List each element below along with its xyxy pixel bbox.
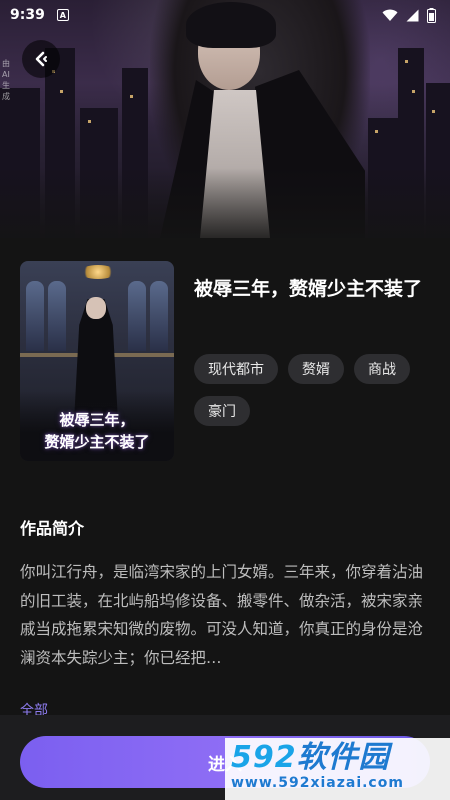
tag-wealthy-family[interactable]: 豪门	[194, 396, 250, 426]
cover-window	[128, 281, 146, 351]
back-button[interactable]	[22, 40, 60, 78]
status-bar: 9:39 A	[0, 0, 450, 30]
status-indicator: A	[56, 9, 69, 21]
status-time: 9:39	[10, 7, 45, 23]
watermark-logo: 592软件园	[231, 741, 444, 775]
cover-face	[86, 297, 106, 319]
site-watermark: 592软件园 www.592xiazai.com	[225, 738, 450, 800]
cover-chandelier	[80, 265, 116, 279]
tag-list: 现代都市 赘婿 商战 豪门	[194, 354, 434, 426]
book-cover[interactable]: 被辱三年， 赘婿少主不装了	[20, 261, 174, 461]
cover-title-line2: 赘婿少主不装了	[44, 433, 150, 451]
status-icons	[382, 7, 436, 23]
wifi-icon	[382, 9, 398, 21]
cover-title-line1: 被辱三年，	[59, 411, 135, 429]
tag-modern-city[interactable]: 现代都市	[194, 354, 278, 384]
book-title: 被辱三年，赘婿少主不装了	[194, 278, 423, 300]
watermark-url: www.592xiazai.com	[231, 775, 404, 791]
synopsis-text: 你叫江行舟，是临湾宋家的上门女婿。三年来，你穿着沾油的旧工装，在北屿船坞修设备、…	[20, 563, 424, 667]
tag-business-war[interactable]: 商战	[354, 354, 410, 384]
hero-banner	[0, 0, 450, 238]
hero-fade	[0, 168, 450, 238]
cover-window	[26, 281, 44, 351]
watermark-brand-number: 592	[231, 740, 297, 775]
watermark-brand-text: 软件园	[296, 740, 390, 775]
cover-window	[48, 281, 66, 351]
battery-icon	[427, 7, 436, 23]
cover-window	[150, 281, 168, 351]
back-arrow-icon	[35, 51, 47, 67]
ai-generated-label: 由AI生成	[2, 59, 10, 101]
tag-son-in-law[interactable]: 赘婿	[288, 354, 344, 384]
signal-icon	[406, 9, 419, 21]
synopsis-heading: 作品简介	[20, 519, 85, 538]
